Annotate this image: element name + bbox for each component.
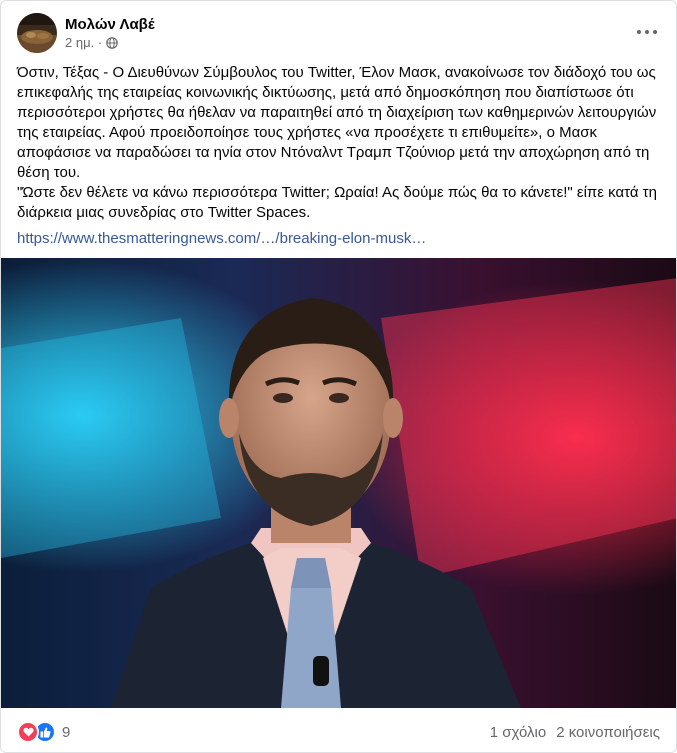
author-name[interactable]: Μολών Λαβέ [65,15,155,34]
post-header: Μολών Λαβέ 2 ημ. · [17,11,155,55]
heart-reaction-icon [17,721,39,743]
post-footer: 9 1 σχόλιο 2 κοινοποιήσεις [17,718,660,746]
comments-count[interactable]: 1 σχόλιο [490,724,546,741]
reactions-summary[interactable]: 9 [17,721,70,743]
post-paragraph: Όστιν, Τέξας - Ο Διευθύνων Σύμβουλος του… [17,64,657,181]
reactions-count: 9 [62,723,71,741]
more-options-icon[interactable] [632,17,662,47]
post-quote: "Ώστε δεν θέλετε να κάνω περισσότερα Twi… [17,184,657,221]
article-link[interactable]: https://www.thesmatteringnews.com/…/brea… [17,229,426,249]
post-timestamp[interactable]: 2 ημ. · [65,35,102,51]
post-photo[interactable] [1,258,676,708]
globe-icon [106,37,118,49]
post-meta: 2 ημ. · [65,35,155,51]
shares-count[interactable]: 2 κοινοποιήσεις [556,724,660,741]
post-text: Όστιν, Τέξας - Ο Διευθύνων Σύμβουλος του… [17,63,657,223]
engagement-stats: 1 σχόλιο 2 κοινοποιήσεις [490,724,660,741]
facebook-post: Μολών Λαβέ 2 ημ. · Όστιν, Τέξας - Ο Διευ… [0,0,677,753]
author-avatar[interactable] [17,13,57,53]
